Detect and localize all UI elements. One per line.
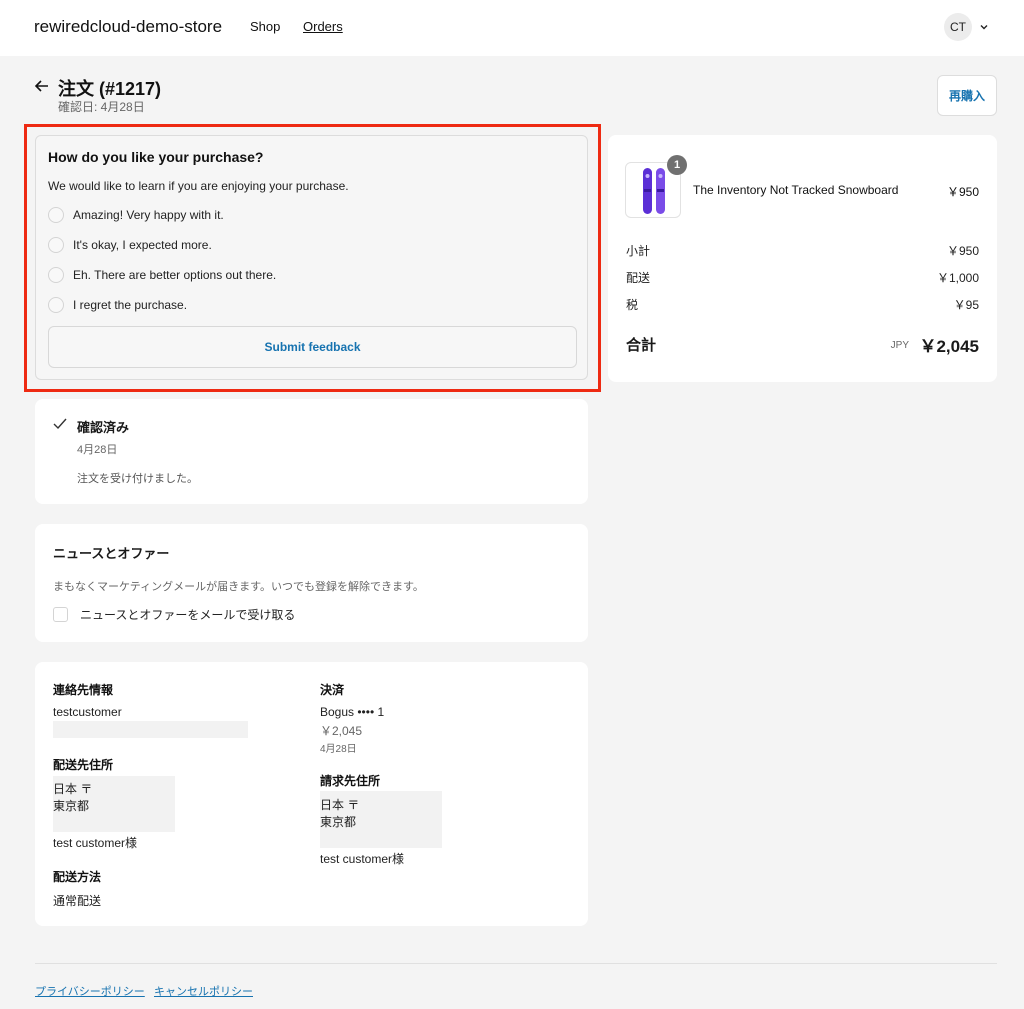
- radio-button[interactable]: [48, 267, 64, 283]
- news-title: ニュースとオファー: [53, 546, 170, 561]
- product-price: ￥950: [946, 185, 979, 199]
- checkbox-label: ニュースとオファーをメールで受け取る: [80, 608, 296, 622]
- account-menu-button[interactable]: CT: [944, 13, 989, 41]
- survey-option-amazing[interactable]: Amazing! Very happy with it.: [48, 207, 224, 223]
- option-label: Amazing! Very happy with it.: [73, 208, 224, 222]
- billing-address-line2: 東京都: [320, 815, 357, 829]
- total-label: 合計: [626, 337, 657, 354]
- news-offers-card: ニュースとオファー まもなくマーケティングメールが届きます。いつでも登録を解除で…: [35, 524, 588, 642]
- order-status-card: 確認済み 4月28日 注文を受け付けました。: [35, 399, 588, 504]
- payment-method: Bogus •••• 1: [320, 705, 385, 719]
- avatar: CT: [944, 13, 972, 41]
- confirmed-date: 確認日: 4月28日: [58, 100, 145, 114]
- radio-button[interactable]: [48, 297, 64, 313]
- shipping-recipient: test customer様: [53, 836, 138, 850]
- redacted-email: [53, 721, 248, 738]
- cancel-policy-link[interactable]: キャンセルポリシー: [154, 983, 253, 999]
- option-label: I regret the purchase.: [73, 298, 188, 312]
- subtotal-value: ￥950: [946, 244, 979, 258]
- radio-button[interactable]: [48, 207, 64, 223]
- payment-amount: ￥2,045: [320, 724, 363, 738]
- status-title: 確認済み: [77, 420, 130, 435]
- chevron-down-icon: [980, 25, 988, 30]
- total-currency: JPY: [890, 340, 909, 351]
- marketing-opt-in[interactable]: ニュースとオファーをメールで受け取る: [53, 606, 295, 623]
- contact-info-label: 連絡先情報: [53, 683, 114, 697]
- order-summary-card: 1 The Inventory Not Tracked Snowboard ￥9…: [608, 135, 997, 382]
- shipping-value: ￥1,000: [936, 271, 979, 285]
- feedback-survey: How do you like your purchase? We would …: [35, 135, 588, 380]
- total-value: ￥2,045: [919, 337, 979, 356]
- radio-button[interactable]: [48, 237, 64, 253]
- store-name[interactable]: rewiredcloud-demo-store: [34, 17, 222, 37]
- shipping-method-label: 配送方法: [53, 870, 102, 884]
- product-name: The Inventory Not Tracked Snowboard: [693, 183, 899, 197]
- rebuy-button[interactable]: 再購入: [937, 75, 997, 116]
- shipping-address-label: 配送先住所: [53, 758, 114, 772]
- survey-option-okay[interactable]: It's okay, I expected more.: [48, 237, 212, 253]
- tax-value: ￥95: [953, 298, 979, 312]
- shipping-address-line1: 日本 〒: [53, 782, 93, 796]
- billing-address-line1: 日本 〒: [320, 798, 360, 812]
- contact-name: testcustomer: [53, 705, 122, 719]
- subtotal-label: 小計: [626, 244, 651, 258]
- option-label: Eh. There are better options out there.: [73, 268, 277, 282]
- survey-option-better-options[interactable]: Eh. There are better options out there.: [48, 267, 276, 283]
- marketing-checkbox[interactable]: [53, 607, 68, 622]
- status-date: 4月28日: [77, 444, 118, 456]
- payment-date: 4月28日: [320, 744, 357, 755]
- shipping-method-value: 通常配送: [53, 894, 102, 908]
- status-message: 注文を受け付けました。: [77, 473, 198, 485]
- quantity-badge: 1: [667, 155, 687, 175]
- top-navigation-bar: rewiredcloud-demo-store Shop Orders CT: [0, 0, 1024, 56]
- privacy-policy-link[interactable]: プライバシーポリシー: [35, 983, 145, 999]
- billing-address-label: 請求先住所: [320, 774, 381, 788]
- shipping-label: 配送: [626, 271, 651, 285]
- back-arrow-icon[interactable]: [33, 77, 51, 95]
- order-details-card: 連絡先情報 testcustomer 配送先住所 日本 〒 東京都 test c…: [35, 662, 588, 926]
- footer-divider: [35, 963, 997, 964]
- payment-label: 決済: [320, 683, 345, 697]
- billing-recipient: test customer様: [320, 852, 405, 866]
- survey-description: We would like to learn if you are enjoyi…: [48, 179, 349, 193]
- nav-orders-link[interactable]: Orders: [303, 19, 343, 34]
- submit-feedback-button[interactable]: Submit feedback: [48, 326, 577, 368]
- check-icon: [53, 418, 67, 430]
- tax-label: 税: [626, 298, 639, 312]
- survey-option-regret[interactable]: I regret the purchase.: [48, 297, 187, 313]
- option-label: It's okay, I expected more.: [73, 238, 212, 252]
- news-description: まもなくマーケティングメールが届きます。いつでも登録を解除できます。: [53, 581, 424, 593]
- shipping-address-line2: 東京都: [53, 799, 90, 813]
- survey-title: How do you like your purchase?: [48, 149, 264, 165]
- nav-shop-link[interactable]: Shop: [250, 19, 280, 34]
